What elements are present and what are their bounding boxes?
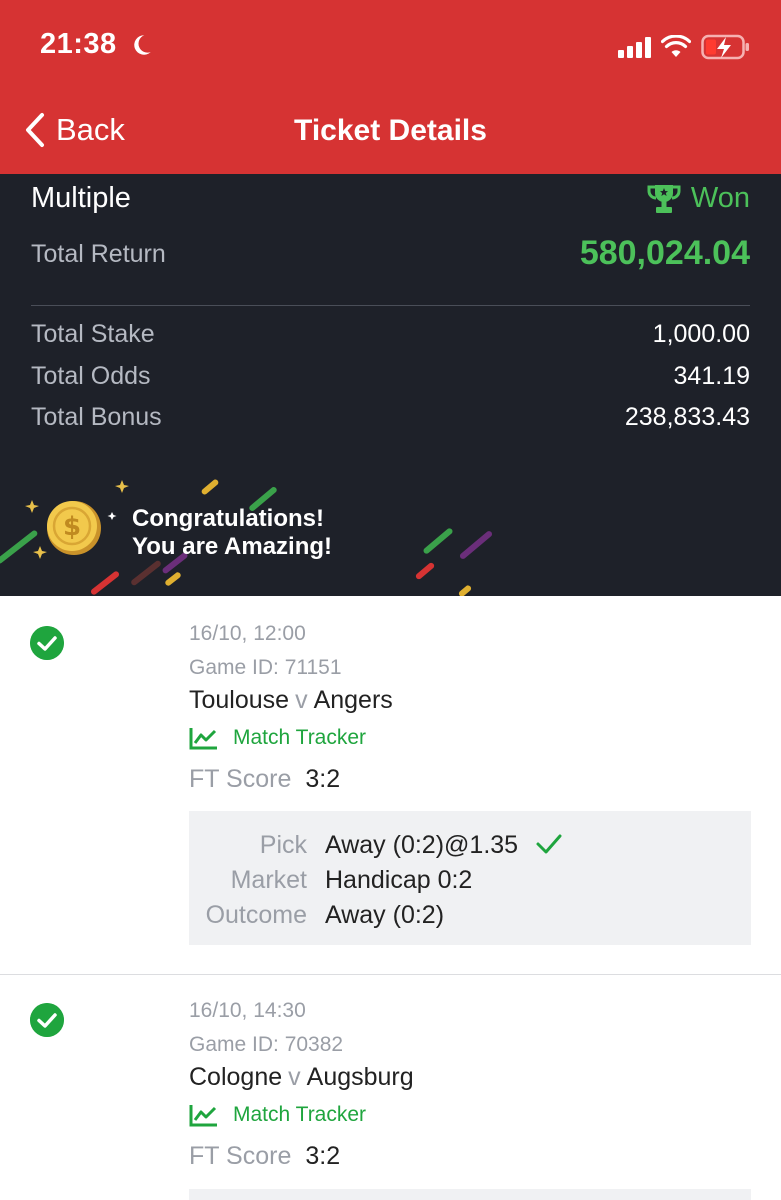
svg-text:$: $ (63, 512, 81, 542)
pick-details: Pick Away (0:2)@1.35 Market Handicap 0:2… (189, 811, 751, 945)
ticket-summary: Multiple Won Total Return 580,024.04 Tot… (0, 174, 781, 596)
congrats-line-2: You are Amazing! (132, 533, 333, 560)
pick-text: Away (0:2)@1.35 (325, 831, 519, 859)
match-datetime: 16/10, 14:30 (189, 999, 306, 1022)
total-stake-value: 1,000.00 (652, 320, 750, 348)
match-tracker-label: Match Tracker (233, 1103, 367, 1126)
away-team: Angers (313, 686, 393, 714)
total-return-value: 580,024.04 (579, 234, 750, 272)
checkmark-icon (536, 834, 562, 854)
ft-score-label: FT Score (189, 765, 292, 793)
congrats-text: Congratulations! You are Amazing! (132, 505, 332, 561)
confetti-streak (89, 570, 121, 596)
confetti-streak (164, 571, 182, 587)
bet-type: Multiple (31, 182, 131, 214)
app-header: 21:38 Back Ticket Details (0, 0, 781, 174)
battery-charging-icon (701, 34, 749, 60)
total-return-label: Total Return (31, 240, 166, 268)
selection-card: 16/10, 12:00 Game ID: 71151 Toulouse v Ang… (0, 596, 781, 974)
signal-icon (618, 36, 651, 58)
status-icons (618, 32, 751, 62)
outcome-label: Outcome (205, 901, 307, 929)
divider (31, 305, 750, 306)
game-id: Game ID: 70382 (189, 1033, 344, 1056)
congrats-line-1: Congratulations! (132, 505, 324, 532)
pick-label: Pick (259, 831, 307, 859)
pick-value: Away (0:2)@1.35 (325, 831, 563, 860)
selection-card: 16/10, 14:30 Game ID: 70382 Cologne v Augs… (0, 975, 781, 1200)
total-bonus-label: Total Bonus (31, 403, 162, 431)
outcome-value: Away (0:2) (325, 901, 445, 929)
status-time: 21:38 (40, 28, 117, 60)
confetti-streak (458, 529, 494, 561)
confetti-streak (200, 478, 220, 496)
moon-icon (134, 35, 151, 55)
ft-score: FT Score 3:2 (189, 765, 340, 794)
page-title: Ticket Details (294, 114, 487, 147)
match-tracker-label: Match Tracker (233, 726, 367, 749)
ft-score-value: 3:2 (305, 1142, 341, 1170)
versus: v (295, 686, 308, 714)
match-teams: Toulouse v Angers (189, 686, 393, 715)
confetti-streak (457, 584, 473, 596)
total-odds-value: 341.19 (673, 362, 750, 390)
status-label: Won (690, 182, 750, 214)
chart-line-icon (189, 1105, 217, 1127)
confetti-streak (414, 561, 436, 581)
game-id: Game ID: 71151 (189, 656, 342, 679)
versus: v (288, 1063, 301, 1091)
chart-line-icon (189, 728, 217, 750)
total-stake-label: Total Stake (31, 320, 155, 348)
market-value: Handicap 0:2 (325, 866, 473, 894)
ft-score-label: FT Score (189, 1142, 292, 1170)
coin-icon: $ (25, 480, 129, 559)
market-label: Market (230, 866, 307, 894)
ft-score-value: 3:2 (305, 765, 341, 793)
away-team: Augsburg (306, 1063, 414, 1091)
match-datetime: 16/10, 12:00 (189, 622, 306, 645)
check-circle-icon (30, 1003, 64, 1037)
check-circle-icon (30, 626, 64, 660)
status-badge: Won (647, 182, 750, 215)
total-bonus-value: 238,833.43 (624, 403, 750, 431)
match-tracker-link[interactable]: Match Tracker (189, 726, 366, 750)
confetti-streak (129, 559, 163, 587)
home-team: Toulouse (189, 686, 290, 714)
trophy-icon (647, 184, 681, 213)
match-tracker-link[interactable]: Match Tracker (189, 1103, 366, 1127)
pick-details (189, 1189, 751, 1200)
wifi-icon (661, 35, 691, 57)
confetti-streak (422, 527, 454, 555)
ft-score: FT Score 3:2 (189, 1142, 340, 1171)
total-odds-label: Total Odds (31, 362, 151, 390)
home-team: Cologne (189, 1063, 283, 1091)
match-teams: Cologne v Augsburg (189, 1063, 414, 1092)
